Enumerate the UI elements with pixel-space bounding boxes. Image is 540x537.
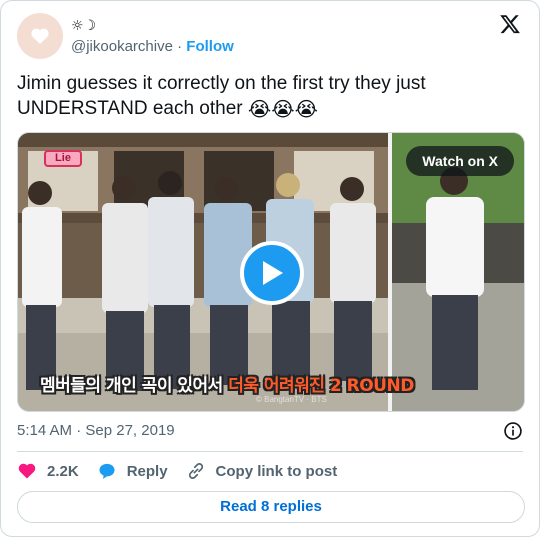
copy-link-button[interactable]: Copy link to post [186,461,338,481]
link-icon [188,463,203,479]
caption-orange: 더욱 어려워진 2 ROUND [228,376,414,396]
copy-link-label: Copy link to post [215,462,338,480]
tweet-body: Jimin guesses it correctly on the first … [17,73,426,119]
video-watermark: © BangtanTV · BTS [256,395,327,404]
play-icon [263,261,283,285]
tweet-date: Sep 27, 2019 [85,422,175,439]
handle-separator: · [177,38,183,55]
reply-bubble-icon [99,463,115,479]
heart-icon [18,463,36,479]
tweet-timestamp[interactable]: 5:14 AM · Sep 27, 2019 [17,421,175,441]
action-bar: 2.2K Reply Copy link to post [17,459,355,483]
info-icon[interactable] [503,421,523,441]
author-names: ☼☽ @jikookarchive · Follow [71,17,234,57]
tweet-header: ☼☽ @jikookarchive · Follow [17,13,523,61]
avatar[interactable] [17,13,63,59]
handle-row: @jikookarchive · Follow [71,37,234,57]
display-name[interactable]: ☼☽ [71,17,234,35]
video-caption: 멤버들의 개인 곡이 있어서 더욱 어려워진 2 ROUND [40,371,414,396]
follow-button[interactable]: Follow [186,38,234,55]
tweet-text: Jimin guesses it correctly on the first … [17,71,517,122]
read-replies-button[interactable]: Read 8 replies [17,491,525,523]
tweet-emojis: 😭😭😭 [247,97,318,121]
author-handle[interactable]: @jikookarchive [71,38,173,55]
lie-badge: Lie [44,150,82,167]
like-count: 2.2K [47,462,79,480]
video-thumbnail[interactable]: Lie Watch on X 멤버들의 개인 곡이 있어서 더욱 어려워진 2 … [17,132,525,412]
tweet-time: 5:14 AM [17,422,73,439]
reply-label: Reply [126,462,168,480]
reply-button[interactable]: Reply [97,461,168,481]
watch-on-x-button[interactable]: Watch on X [406,146,514,176]
divider [17,451,523,452]
x-logo-icon[interactable] [499,13,521,35]
play-button[interactable] [240,241,304,305]
tweet-embed-card: ☼☽ @jikookarchive · Follow Jimin guesses… [0,0,540,537]
heart-avatar-icon [31,28,49,45]
timestamp-separator: · [76,422,82,439]
like-button[interactable]: 2.2K [17,461,79,481]
caption-white: 멤버들의 개인 곡이 있어서 [40,376,229,396]
